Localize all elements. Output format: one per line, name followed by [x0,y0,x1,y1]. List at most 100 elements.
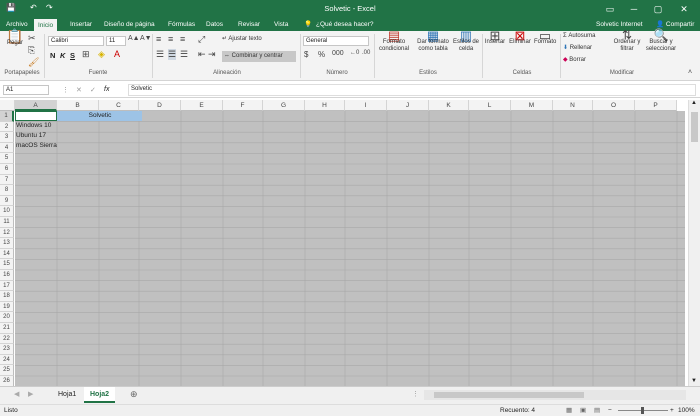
column-header[interactable]: K [429,100,469,111]
cell-styles-button[interactable]: ▥ Estilos de celda [452,29,480,53]
zoom-level[interactable]: 100% [678,405,695,417]
row-header[interactable]: 4 [0,142,14,154]
row-header[interactable]: 6 [0,164,14,175]
tab-formulas[interactable]: Fórmulas [164,18,199,31]
new-sheet-icon[interactable]: ⊕ [130,389,138,400]
column-header[interactable]: M [511,100,553,111]
currency-icon[interactable]: $ [304,50,308,59]
tell-me-box[interactable]: ¿Qué desea hacer? [312,18,377,31]
row-header[interactable]: 13 [0,238,14,249]
column-header[interactable]: H [305,100,345,111]
prev-sheet-icon[interactable]: ◀ [14,390,19,398]
tab-vista[interactable]: Vista [270,18,292,31]
zoom-out-icon[interactable]: − [608,405,612,417]
row-header[interactable]: 18 [0,291,14,302]
cancel-icon[interactable]: ✕ [76,86,82,94]
font-name-select[interactable]: Calibri [48,36,104,46]
copy-icon[interactable]: ⎘ [28,45,35,56]
tab-inicio[interactable]: Inicio [34,18,58,31]
user-name[interactable]: Solvetic Internet [592,18,647,31]
delete-cells-button[interactable]: ⊠ Eliminar [508,29,532,46]
tab-diseno[interactable]: Diseño de página [100,18,159,31]
align-top-icon[interactable]: ≡ [156,34,161,44]
column-header[interactable]: I [345,100,387,111]
select-all-corner[interactable] [0,100,15,111]
conditional-format-button[interactable]: ▤ Formato condicional [376,29,412,53]
row-header[interactable]: 10 [0,206,14,217]
decrease-decimal-icon[interactable]: .00 [362,50,370,56]
name-box[interactable]: A1 [3,85,49,95]
scroll-down-icon[interactable]: ▼ [691,378,697,384]
format-cells-button[interactable]: ▭ Formato [534,29,556,46]
fill-color-icon[interactable]: ◈ [98,49,105,60]
column-header[interactable]: D [139,100,181,111]
column-header[interactable]: C [99,100,139,111]
comma-style-icon[interactable]: 000 [332,50,344,57]
bold-button[interactable]: N [50,51,55,60]
tab-insertar[interactable]: Insertar [66,18,96,31]
column-header[interactable]: P [635,100,677,111]
row-header[interactable]: 11 [0,217,14,228]
column-header[interactable]: F [223,100,263,111]
sort-filter-button[interactable]: ⇅ Ordenar y filtrar [612,29,642,53]
row-header[interactable]: 26 [0,376,14,386]
column-header[interactable]: L [469,100,511,111]
sheet-tab-hoja1[interactable]: Hoja1 [52,387,82,403]
align-left-icon[interactable]: ☰ [156,49,164,60]
formula-input[interactable]: Solvetic [128,84,696,96]
column-header[interactable]: O [593,100,635,111]
tab-revisar[interactable]: Revisar [234,18,264,31]
column-header[interactable]: N [553,100,593,111]
paste-button[interactable]: 📋 Pegar [4,29,26,47]
row-header[interactable]: 2 [0,121,14,133]
worksheet-grid[interactable]: ABCDEFGHIJKLMNOP 1 2 3 4 5 6 7 8 9 10 11 12 13 14 15 16… [0,100,700,386]
row-header[interactable]: 12 [0,227,14,239]
cell-b1-merged[interactable]: Solvetic [57,111,142,121]
enter-icon[interactable]: ✓ [90,86,96,94]
cell-a1[interactable] [15,111,57,121]
increase-indent-icon[interactable]: ⇥ [208,49,216,60]
underline-button[interactable]: S [70,51,75,60]
clear-button[interactable]: ◆ Borrar [563,57,586,64]
row-header[interactable]: 5 [0,153,14,164]
scroll-thumb[interactable] [691,112,698,142]
format-painter-icon[interactable]: 🖌 [28,57,39,68]
row-header[interactable]: 22 [0,333,14,345]
font-color-icon[interactable]: A [114,49,120,59]
align-bottom-icon[interactable]: ≡ [180,34,185,44]
align-center-icon[interactable]: ☰ [168,49,177,60]
italic-button[interactable]: K [60,51,65,60]
increase-font-icon[interactable]: A▲ [128,35,140,42]
minimize-icon[interactable]: ─ [624,0,644,18]
find-select-button[interactable]: 🔍 Buscar y seleccionar [644,29,678,53]
row-header[interactable]: 1 [0,111,14,122]
row-header[interactable]: 21 [0,323,14,334]
align-middle-icon[interactable]: ≡ [168,34,173,44]
row-header[interactable]: 19 [0,301,14,313]
normal-view-icon[interactable]: ▦ [566,405,572,417]
zoom-in-icon[interactable]: + [670,405,674,417]
wrap-text-button[interactable]: ↵ Ajustar texto [222,36,262,43]
font-size-select[interactable]: 11 [106,36,126,46]
vertical-scrollbar[interactable]: ▲ ▼ [688,100,700,386]
increase-decimal-icon[interactable]: ←0 [350,50,359,56]
next-sheet-icon[interactable]: ▶ [28,390,33,398]
column-header[interactable]: B [57,100,99,111]
page-layout-view-icon[interactable]: ▣ [580,405,586,417]
autosum-button[interactable]: Σ Autosuma [563,33,595,40]
row-header[interactable]: 17 [0,280,14,292]
column-header[interactable]: G [263,100,305,111]
align-right-icon[interactable]: ☰ [180,49,188,60]
row-header[interactable]: 16 [0,270,14,281]
decrease-font-icon[interactable]: A▼ [140,35,152,42]
scroll-up-icon[interactable]: ▲ [691,100,697,106]
maximize-icon[interactable]: ▢ [648,0,668,18]
percent-icon[interactable]: % [318,50,325,59]
row-header[interactable]: 8 [0,185,14,196]
format-as-table-button[interactable]: ▦ Dar formato como tabla [414,29,452,53]
insert-cells-button[interactable]: ⊞ Insertar [484,29,506,46]
orientation-icon[interactable]: ⤢ [198,34,205,45]
sheet-cells-area[interactable]: Solvetic Windows 10 Ubuntu 17 macOS Sier… [15,111,685,386]
cut-icon[interactable]: ✂ [28,33,36,44]
sheet-tab-hoja2[interactable]: Hoja2 [84,387,116,403]
